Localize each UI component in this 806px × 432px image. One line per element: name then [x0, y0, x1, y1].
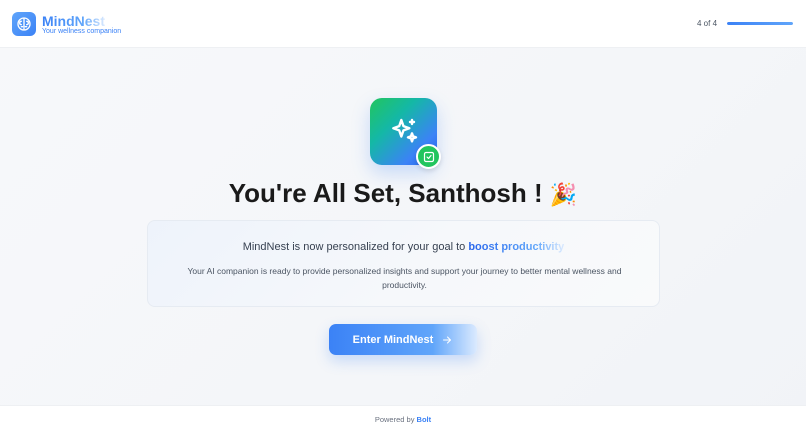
- check-square-icon: [416, 144, 441, 169]
- bolt-link[interactable]: Bolt: [417, 415, 432, 424]
- personalization-card: MindNest is now personalized for your go…: [147, 220, 660, 307]
- enter-mindnest-button[interactable]: Enter MindNest: [329, 324, 477, 355]
- brand-name: MindNest: [42, 13, 105, 29]
- top-bar: MindNest Your wellness companion 4 of 4: [0, 0, 806, 48]
- page-title: You're All Set, Santhosh ! 🎉: [0, 177, 806, 211]
- personalization-summary: MindNest is now personalized for your go…: [148, 240, 659, 254]
- summary-prefix: MindNest is now personalized for your go…: [242, 241, 466, 253]
- enter-button-label: Enter MindNest: [352, 333, 434, 346]
- card-description: Your AI companion is ready to provide pe…: [187, 266, 622, 290]
- progress-fill: [727, 22, 793, 25]
- step-indicator: 4 of 4: [697, 19, 718, 28]
- brain-logo-icon: [12, 12, 36, 36]
- footer-prefix: Powered by: [374, 415, 415, 424]
- party-popper-icon: 🎉: [549, 182, 578, 207]
- arrow-right-icon: [443, 336, 452, 343]
- title-text: You're All Set, Santhosh !: [228, 178, 543, 208]
- goal-highlight: boost productivity: [468, 241, 565, 253]
- progress-bar: [727, 22, 793, 25]
- brand-tagline: Your wellness companion: [42, 28, 122, 35]
- footer: Powered by Bolt: [0, 405, 806, 432]
